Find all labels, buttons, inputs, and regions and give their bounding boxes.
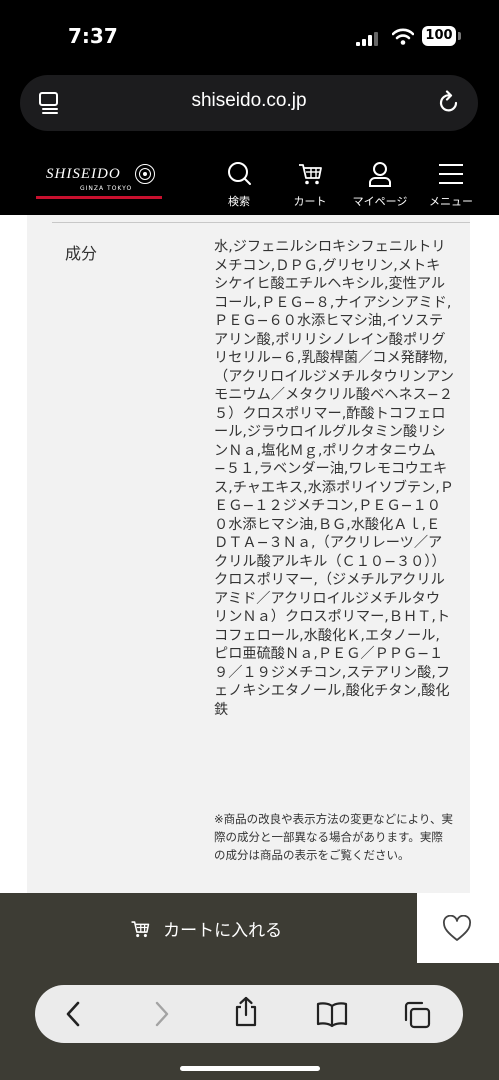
nav-search[interactable]: 検索	[209, 161, 269, 209]
shiseido-logo[interactable]: SHISEIDO GINZA TOKYO	[36, 163, 162, 201]
purchase-bar: カートに入れる	[0, 893, 499, 963]
status-time: 7:37	[68, 24, 118, 48]
cellular-signal-icon	[356, 31, 378, 50]
ingredients-note: ※商品の改良や表示方法の変更などにより、実際の成分と一部異なる場合があります。実…	[214, 812, 453, 862]
divider	[52, 222, 470, 223]
nav-search-label: 検索	[228, 195, 250, 208]
wifi-icon	[391, 28, 415, 49]
reload-icon[interactable]	[438, 90, 460, 118]
nav-cart[interactable]: カート	[280, 161, 340, 209]
battery-indicator: 100	[422, 26, 456, 46]
cart-icon	[131, 920, 150, 937]
cart-icon	[299, 164, 322, 185]
heart-icon	[443, 915, 471, 941]
logo-subtitle: GINZA TOKYO	[80, 185, 133, 192]
url-domain[interactable]: shiseido.co.jp	[20, 90, 478, 112]
nav-menu-label: メニュー	[429, 195, 473, 208]
share-icon	[235, 996, 257, 1027]
camellia-emblem-icon	[134, 163, 156, 189]
nav-menu[interactable]: メニュー	[421, 161, 481, 209]
nav-cart-label: カート	[293, 195, 327, 208]
nav-mypage-label: マイページ	[352, 195, 408, 208]
browser-toolbar-area	[0, 963, 499, 1080]
battery-tip	[458, 32, 461, 40]
ingredients-list: 水,ジフェニルシロキシフェニルトリメチコン,ＤＰＧ,グリセリン,メトキシケイヒ酸…	[214, 239, 454, 718]
search-icon	[228, 162, 251, 185]
back-button[interactable]	[63, 1000, 85, 1032]
logo-wordmark: SHISEIDO	[46, 166, 121, 182]
chevron-left-icon	[66, 1001, 80, 1027]
share-button[interactable]	[232, 996, 260, 1032]
hamburger-menu-icon	[439, 164, 463, 184]
nav-mypage[interactable]: マイページ	[350, 161, 410, 209]
chevron-right-icon	[155, 1001, 169, 1027]
forward-button[interactable]	[150, 1000, 172, 1032]
tabs-icon	[404, 1001, 431, 1029]
site-header: SHISEIDO GINZA TOKYO 検索 カート マイページ メニュー	[0, 145, 499, 215]
user-icon	[369, 162, 391, 187]
status-bar: 7:37 100	[0, 0, 499, 70]
ingredients-panel: 成分 水,ジフェニルシロキシフェニルトリメチコン,ＤＰＧ,グリセリン,メトキシケ…	[27, 215, 470, 895]
add-to-cart-button[interactable]: カートに入れる	[0, 893, 415, 963]
logo-red-underline	[36, 196, 162, 199]
address-bar[interactable]: shiseido.co.jp	[20, 75, 478, 131]
bookmarks-button[interactable]	[315, 1000, 349, 1032]
tabs-button[interactable]	[402, 1000, 432, 1034]
browser-toolbar	[35, 985, 463, 1043]
add-to-cart-label: カートに入れる	[163, 921, 283, 941]
product-detail-content[interactable]: 成分 水,ジフェニルシロキシフェニルトリメチコン,ＤＰＧ,グリセリン,メトキシケ…	[0, 215, 499, 895]
book-icon	[316, 1002, 348, 1028]
favorite-button[interactable]	[417, 893, 499, 963]
ingredients-label: 成分	[65, 244, 98, 263]
home-indicator	[180, 1066, 320, 1071]
